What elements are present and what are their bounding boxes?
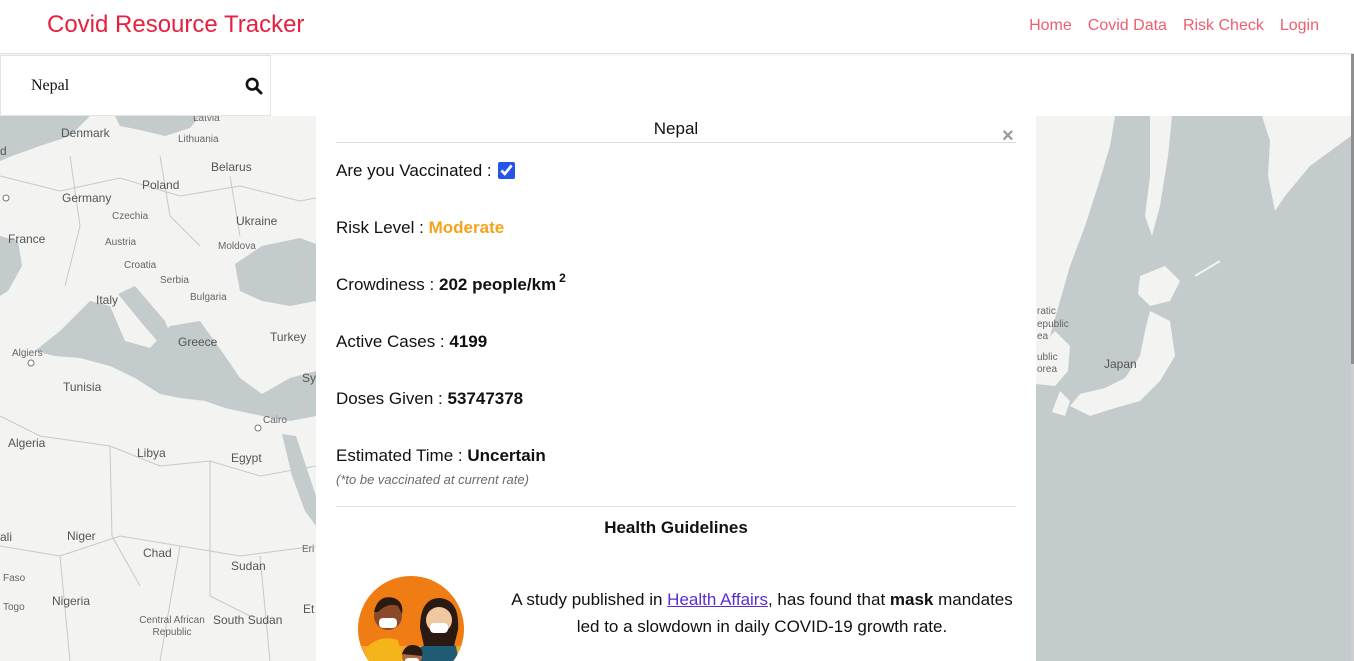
map-label: Greece <box>178 335 218 349</box>
map-label: Austria <box>105 237 137 248</box>
map-label: Denmark <box>61 126 110 140</box>
estimated-time-value: Uncertain <box>467 446 546 465</box>
map-label: Moldova <box>218 241 256 252</box>
map-label: Sy <box>302 371 317 385</box>
city-marker <box>2 194 10 202</box>
adriatic-sea <box>118 286 175 346</box>
map-label: Italy <box>96 293 119 307</box>
map-label: Chad <box>143 546 172 560</box>
map-label: Algiers <box>12 348 43 359</box>
map-label: Faso <box>3 573 26 584</box>
search-icon[interactable] <box>245 77 263 95</box>
map-label: Bulgaria <box>190 292 227 303</box>
city-marker <box>254 424 262 432</box>
map-label: Togo <box>3 602 25 613</box>
doses-value: 53747378 <box>447 389 524 408</box>
map-label: Central African Republic <box>139 615 205 638</box>
vaccinated-row: Are you Vaccinated : <box>336 161 516 181</box>
map-label: Niger <box>67 529 96 543</box>
mediterranean-sea <box>35 301 316 421</box>
nav-home-link[interactable]: Home <box>1029 17 1072 35</box>
risk-value: Moderate <box>428 218 505 237</box>
map-label: Libya <box>137 446 166 460</box>
map-label: Cairo <box>263 415 287 426</box>
map-label: Japan <box>1104 357 1137 371</box>
map-label: ublic <box>1037 352 1058 363</box>
map-label: Serbia <box>160 275 189 286</box>
city-marker <box>27 359 35 367</box>
navbar: Covid Resource Tracker Home Covid Data R… <box>0 0 1354 54</box>
doses-row: Doses Given : 53747378 <box>336 389 523 409</box>
masked-family-illustration <box>358 576 464 661</box>
map-label: Tunisia <box>63 380 102 394</box>
red-sea <box>282 434 316 526</box>
map-label: ali <box>0 530 13 544</box>
estimated-time-label: Estimated Time : <box>336 446 463 465</box>
nav-links: Home Covid Data Risk Check Login <box>1029 17 1319 35</box>
map-label: Croatia <box>124 260 157 271</box>
health-affairs-link[interactable]: Health Affairs <box>667 590 768 609</box>
modal-title: Nepal <box>336 119 1016 143</box>
map-label: Nigeria <box>52 594 91 608</box>
map-label: d <box>0 144 7 158</box>
estimated-note: (*to be vaccinated at current rate) <box>336 472 529 487</box>
nav-risk-check-link[interactable]: Risk Check <box>1183 17 1264 35</box>
map-label: Lithuania <box>178 134 219 145</box>
map-label: Eri <box>302 544 315 555</box>
map-label: ea <box>1037 331 1049 342</box>
estimated-time-row: Estimated Time : Uncertain <box>336 446 546 466</box>
crowdiness-superscript: 2 <box>559 271 566 285</box>
map-label: Belarus <box>211 160 252 174</box>
map-label: Latvia <box>193 116 220 124</box>
map-label: Germany <box>62 191 112 205</box>
map-label: Et <box>303 602 315 616</box>
map-label: epublic <box>1037 319 1069 330</box>
doses-label: Doses Given : <box>336 389 443 408</box>
nav-covid-data-link[interactable]: Covid Data <box>1088 17 1167 35</box>
map-label: Algeria <box>8 436 46 450</box>
search-box <box>0 55 271 116</box>
map-label: Czechia <box>112 211 149 222</box>
crowdiness-value: 202 people/km <box>439 275 557 294</box>
study-mid: , has found that <box>767 590 890 609</box>
study-prefix: A study published in <box>511 590 668 609</box>
brand-title[interactable]: Covid Resource Tracker <box>47 11 304 39</box>
map-label: Egypt <box>231 451 262 465</box>
map-label: France <box>8 232 46 246</box>
nav-login-link[interactable]: Login <box>1280 17 1319 35</box>
divider <box>336 506 1016 507</box>
map-label: ratic <box>1037 306 1056 317</box>
risk-row: Risk Level : Moderate <box>336 218 504 238</box>
study-text: A study published in Health Affairs, has… <box>511 586 1013 640</box>
active-cases-row: Active Cases : 4199 <box>336 332 487 352</box>
study-bold: mask <box>889 590 934 609</box>
country-info-modal: Nepal × Are you Vaccinated : Risk Level … <box>316 116 1036 661</box>
search-input[interactable] <box>31 72 231 100</box>
baltic-sea <box>115 116 200 136</box>
vaccinated-label: Are you Vaccinated : <box>336 161 492 180</box>
map-label: Sudan <box>231 559 266 573</box>
crowdiness-row: Crowdiness : 202 people/km 2 <box>336 271 566 295</box>
risk-label: Risk Level : <box>336 218 424 237</box>
active-cases-label: Active Cases : <box>336 332 445 351</box>
guidelines-title: Health Guidelines <box>604 518 748 537</box>
crowdiness-label: Crowdiness : <box>336 275 435 294</box>
active-cases-value: 4199 <box>449 332 488 351</box>
map-label: Turkey <box>270 330 307 344</box>
map-label: Poland <box>142 178 180 192</box>
map-label: Ukraine <box>236 214 278 228</box>
vaccinated-checkbox[interactable] <box>498 162 516 179</box>
map-label: South Sudan <box>213 613 283 627</box>
map-label: orea <box>1037 364 1058 375</box>
close-button[interactable]: × <box>1002 126 1014 146</box>
